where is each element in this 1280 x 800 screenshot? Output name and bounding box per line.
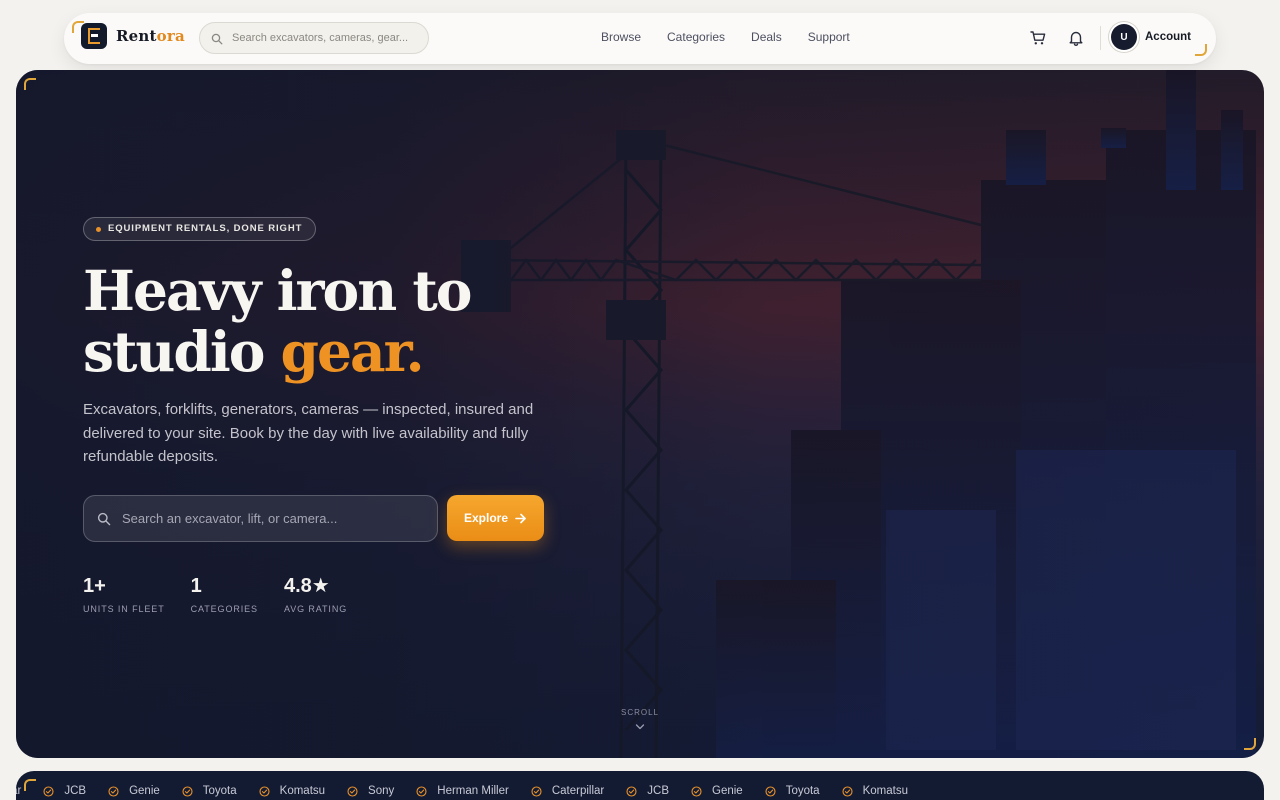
stat-rating: 4.8★ AVG RATING <box>284 574 347 614</box>
top-navbar: Rentora Browse Categories Deals Support … <box>64 13 1216 64</box>
brand-item: Komatsu <box>237 785 325 797</box>
brand-item: Sony <box>325 785 394 797</box>
hero-search[interactable] <box>83 495 438 542</box>
check-circle-icon <box>691 785 702 797</box>
hero-stats: 1+ UNITS IN FLEET 1 CATEGORIES 4.8★ AVG … <box>83 574 373 614</box>
brand-item-label: Genie <box>712 785 743 797</box>
brand-name[interactable]: Rentora <box>116 27 185 45</box>
brand-item: Caterpillar <box>509 785 604 797</box>
check-circle-icon <box>43 785 54 797</box>
brand-item-label: Toyota <box>785 785 820 797</box>
check-circle-icon <box>347 785 358 797</box>
stat-value: 4.8★ <box>283 575 330 597</box>
check-circle-icon <box>531 785 542 797</box>
hero-headline-line1: Heavy iron to <box>83 258 472 323</box>
brand-marquee-track: llar JCBGenieToyotaKomatsuSonyHerman Mil… <box>16 785 908 797</box>
hero-description: Excavators, forklifts, generators, camer… <box>83 401 534 465</box>
check-circle-icon <box>108 785 119 797</box>
stat-units: 1+ UNITS IN FLEET <box>83 574 165 614</box>
hero-headline-accent: gear. <box>280 319 425 384</box>
brand-item: Toyota <box>160 785 237 797</box>
brand-item-label: JCB <box>647 785 669 797</box>
brand-item: JCB <box>604 785 669 797</box>
brand-item-label: Sony <box>368 785 395 797</box>
brand-logo[interactable] <box>81 23 107 49</box>
nav-link-browse[interactable]: Browse <box>601 30 641 44</box>
badge-dot <box>96 227 101 232</box>
stat-value: 1 <box>190 575 202 597</box>
check-circle-icon <box>626 785 637 797</box>
hero-eyebrow-text: EQUIPMENT RENTALS, DONE RIGHT <box>108 223 303 234</box>
stat-categories: 1 CATEGORIES <box>191 574 258 614</box>
brand-item: Genie <box>669 785 743 797</box>
brand-item: Komatsu <box>820 785 908 797</box>
brand-item-label: Caterpillar <box>551 785 605 797</box>
account-menu[interactable]: U Account <box>1111 24 1191 50</box>
brand-item: Herman Miller <box>394 785 509 797</box>
search-icon <box>211 33 223 45</box>
hero-headline: Heavy iron to studio gear. <box>83 258 472 384</box>
brand-item-label: Komatsu <box>279 785 326 797</box>
brand-name-primary: Rent <box>116 27 157 45</box>
brand-item-label: Komatsu <box>862 785 908 797</box>
chevron-down-icon <box>635 724 645 730</box>
cart-icon[interactable] <box>1029 29 1047 47</box>
explore-button[interactable]: Explore <box>447 495 544 541</box>
nav-link-support[interactable]: Support <box>808 30 850 44</box>
corner-accent <box>1244 738 1256 750</box>
check-circle-icon <box>416 785 427 797</box>
brand-item: Genie <box>86 785 160 797</box>
avatar: U <box>1111 24 1137 50</box>
nav-divider <box>1100 26 1101 50</box>
brand-item-label: Toyota <box>202 785 237 797</box>
check-circle-icon <box>765 785 776 797</box>
corner-accent <box>24 78 36 90</box>
arrow-right-icon <box>515 513 526 523</box>
hero-eyebrow-badge: EQUIPMENT RENTALS, DONE RIGHT <box>83 217 317 241</box>
primary-nav: Browse Categories Deals Support <box>601 30 850 44</box>
logo-mark-icon <box>88 28 100 44</box>
explore-button-label: Explore <box>463 511 508 525</box>
nav-link-categories[interactable]: Categories <box>667 30 725 44</box>
brand-item-label: JCB <box>64 785 87 797</box>
brand-item-label: Herman Miller <box>437 785 509 797</box>
brand-name-accent: ora <box>156 27 185 45</box>
stat-label: UNITS IN FLEET <box>83 604 165 614</box>
check-circle-icon <box>259 785 270 797</box>
scroll-label: SCROLL <box>620 708 659 717</box>
stat-label: AVG RATING <box>283 604 348 614</box>
brand-marquee: llar JCBGenieToyotaKomatsuSonyHerman Mil… <box>16 771 1264 800</box>
check-circle-icon <box>182 785 193 797</box>
corner-accent <box>1195 44 1207 56</box>
brand-item-label: Genie <box>129 785 160 797</box>
hero-section: EQUIPMENT RENTALS, DONE RIGHT Heavy iron… <box>16 70 1264 758</box>
stat-value: 1+ <box>83 575 106 597</box>
nav-search-input[interactable] <box>232 23 422 53</box>
bell-icon[interactable] <box>1067 29 1085 47</box>
brand-item: Toyota <box>743 785 820 797</box>
nav-search[interactable] <box>199 22 429 54</box>
account-label: Account <box>1145 31 1191 43</box>
search-icon <box>97 512 111 526</box>
check-circle-icon <box>842 785 853 797</box>
brand-item: JCB <box>21 785 86 797</box>
hero-search-input[interactable] <box>122 496 427 541</box>
nav-link-deals[interactable]: Deals <box>751 30 782 44</box>
hero-headline-line2: studio <box>83 319 281 384</box>
stat-label: CATEGORIES <box>190 604 258 614</box>
